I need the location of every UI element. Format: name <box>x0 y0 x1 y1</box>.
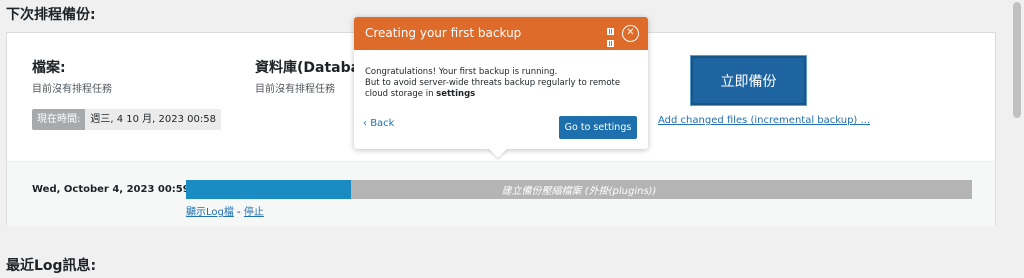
incremental-backup-link[interactable]: Add changed files (incremental backup) .… <box>658 115 870 126</box>
close-icon[interactable]: ✕ <box>622 25 639 42</box>
backup-now-button[interactable]: 立即備份 <box>691 56 806 105</box>
scrollbar-thumb[interactable] <box>1013 2 1021 118</box>
show-log-link[interactable]: 顯示Log檔 <box>186 207 234 218</box>
files-title: 檔案: <box>32 60 66 76</box>
database-title: 資料庫(Databa <box>255 60 361 76</box>
popup-drag-icon <box>607 28 615 50</box>
popup-title: Creating your first backup <box>365 26 522 40</box>
popup-back-button[interactable]: ‹ Back <box>363 118 394 129</box>
progress-status: 建立備份壓縮檔案 (外掛(plugins)) <box>501 186 657 197</box>
popup-line1: Congratulations! Your first backup is ru… <box>365 67 558 77</box>
link-separator: - <box>233 207 244 218</box>
database-status: 目前沒有排程任務 <box>255 84 335 95</box>
next-scheduled-heading: 下次排程備份: <box>6 7 96 23</box>
progress-bar: 建立備份壓縮檔案 (外掛(plugins)) <box>186 180 972 199</box>
page-scrollbar[interactable] <box>1010 0 1024 278</box>
popup-message: Congratulations! Your first backup is ru… <box>365 67 637 100</box>
popup-pointer <box>488 148 508 158</box>
chevron-left-icon: ‹ <box>363 118 367 129</box>
progress-area: Wed, October 4, 2023 00:59 建立備份壓縮檔案 (外掛(… <box>7 161 995 226</box>
popup-line2: But to avoid server-wide threats backup … <box>365 78 621 99</box>
files-status: 目前沒有排程任務 <box>32 84 112 95</box>
current-time-label: 現在時間: <box>32 109 86 130</box>
current-time: 現在時間: 週三, 4 10 月, 2023 00:58 <box>32 109 221 130</box>
current-time-value: 週三, 4 10 月, 2023 00:58 <box>85 109 221 130</box>
recent-log-heading: 最近Log訊息: <box>6 258 97 274</box>
stop-link[interactable]: 停止 <box>244 207 264 218</box>
first-backup-popup: Creating your first backup ✕ Congratulat… <box>354 17 648 158</box>
go-to-settings-button[interactable]: Go to settings <box>559 116 637 139</box>
popup-header: Creating your first backup ✕ <box>354 17 648 50</box>
popup-settings-word: settings <box>436 89 476 99</box>
progress-links: 顯示Log檔 - 停止 <box>186 203 264 218</box>
progress-date: Wed, October 4, 2023 00:59 <box>32 184 190 195</box>
